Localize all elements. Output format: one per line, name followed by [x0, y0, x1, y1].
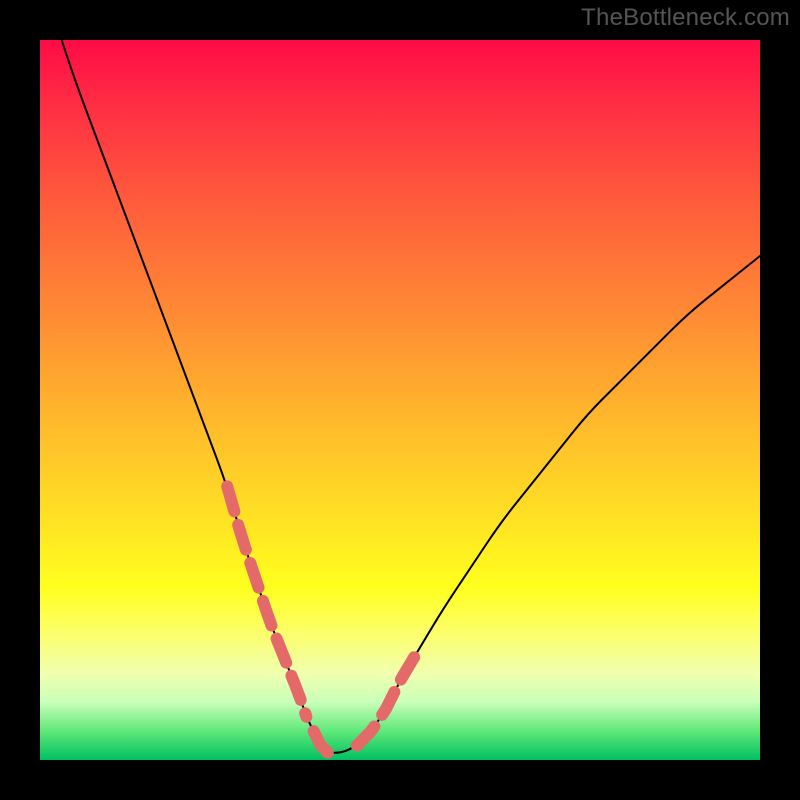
highlight-segment — [227, 486, 306, 716]
highlight-segment — [357, 657, 415, 746]
bottleneck-curve — [62, 40, 760, 753]
plot-area — [40, 40, 760, 760]
chart-frame: TheBottleneck.com — [0, 0, 800, 800]
highlight-segment — [314, 731, 328, 753]
watermark-text: TheBottleneck.com — [581, 4, 790, 32]
highlight-group — [227, 486, 414, 752]
curve-svg — [40, 40, 760, 760]
